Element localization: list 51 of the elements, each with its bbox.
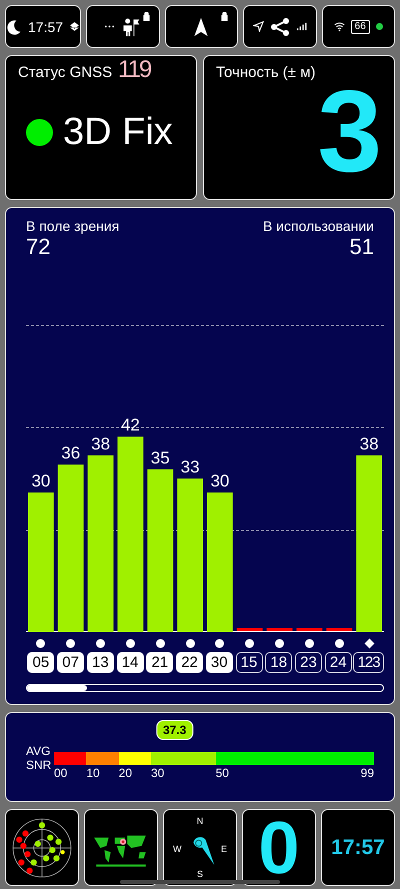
bar-value: 38 xyxy=(91,434,110,454)
counter-value: 0 xyxy=(258,812,300,882)
satellite-id: 14 xyxy=(116,652,144,673)
bar-value: 33 xyxy=(180,458,200,477)
status-tile[interactable]: 66 xyxy=(322,5,395,48)
satellite-id: 22 xyxy=(176,652,204,673)
in-use-label: В использовании xyxy=(262,218,374,234)
satellite-id: 24 xyxy=(324,652,352,673)
satellite-id: 07 xyxy=(57,652,84,673)
snr-average-callout: 37.3 xyxy=(156,720,194,740)
scale-tick-label: 10 xyxy=(86,766,100,780)
panel-title: Точность (± м) xyxy=(216,64,316,81)
counter-tile[interactable]: 0 xyxy=(242,809,316,886)
in-use-count: 51 xyxy=(350,234,374,260)
in-view-count: 72 xyxy=(26,234,52,260)
satellite-id: 123 xyxy=(353,652,384,673)
satellite-id: 18 xyxy=(265,652,292,673)
scale-tick-label: 99 xyxy=(360,766,374,780)
fix-status: 3D Fix xyxy=(63,111,173,154)
bar-value: 30 xyxy=(31,472,50,490)
compass-south: S xyxy=(197,869,203,879)
clock-time: 17:57 xyxy=(331,836,385,860)
compass-tile[interactable]: N E S W xyxy=(163,809,237,886)
status-time: 17:57 xyxy=(28,18,64,34)
scale-tick-label: 30 xyxy=(150,766,164,780)
scale-tick-label: 00 xyxy=(54,766,68,780)
satellite-id: 05 xyxy=(27,652,54,673)
satellite-id: 15 xyxy=(236,652,262,673)
panel-title: Статус GNSS xyxy=(18,64,112,81)
bar-value: 30 xyxy=(210,472,230,490)
satellite-id: 21 xyxy=(146,652,174,673)
avg-label: AVG xyxy=(26,744,52,758)
scale-tick-label: 50 xyxy=(216,766,229,780)
bar-value: 38 xyxy=(360,434,379,454)
bar-value: 36 xyxy=(61,444,80,463)
bar-value: 42 xyxy=(120,416,140,435)
status-tile[interactable]: 17:57 xyxy=(5,5,82,48)
in-view-label: В поле зрения xyxy=(26,218,120,234)
clock-tile[interactable]: 17:57 xyxy=(321,809,395,886)
compass-east: E xyxy=(220,844,227,854)
battery-indicator: 66 xyxy=(350,20,370,34)
accuracy-value: 3 xyxy=(317,81,382,181)
satellite-id: 30 xyxy=(206,652,233,673)
overlay-number: 119 xyxy=(118,56,150,84)
bar-value: 35 xyxy=(150,448,170,468)
scale-tick-label: 20 xyxy=(118,766,132,780)
snr-label: SNR xyxy=(26,758,52,772)
compass-west: W xyxy=(173,844,182,854)
compass-north: N xyxy=(196,816,204,826)
satellite-id: 23 xyxy=(294,652,322,673)
satellite-id: 13 xyxy=(86,652,114,673)
